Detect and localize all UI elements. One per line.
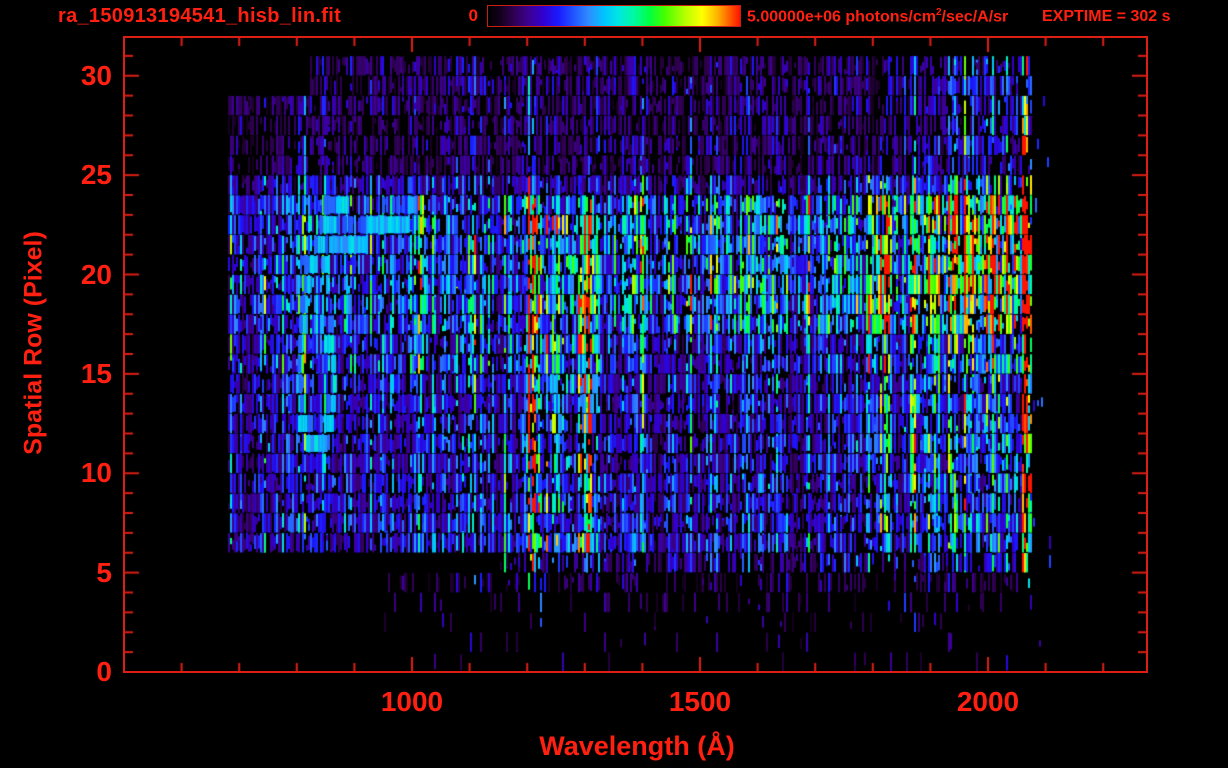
- y-tick-label: 0: [96, 656, 112, 687]
- colorbar: [487, 5, 741, 27]
- plot-title: ra_150913194541_hisb_lin.fit: [58, 5, 342, 27]
- exptime-label: EXPTIME = 302 s: [1042, 8, 1171, 25]
- x-axis-label: Wavelength (Å): [539, 731, 735, 761]
- x-tick-label: 2000: [956, 686, 1020, 717]
- x-tick-label: 1000: [380, 686, 444, 717]
- colorbar-min-label: 0: [468, 6, 478, 25]
- spectrum-heatmap: [125, 38, 1146, 671]
- colorbar-units: /sec/A/sr: [941, 8, 1009, 26]
- colorbar-max-value: 5.00000e+06 photons/cm: [747, 8, 936, 26]
- colorbar-max-label: 5.00000e+06 photons/cm2/sec/A/sr: [747, 7, 1008, 26]
- y-tick-label: 30: [80, 59, 112, 91]
- y-axis-label: Spatial Row (Pixel): [19, 231, 48, 455]
- y-tick-label: 25: [80, 159, 112, 191]
- plot-frame: [123, 36, 1148, 673]
- spectrum-plot-window: ra_150913194541_hisb_lin.fit 0 5.00000e+…: [0, 0, 1228, 768]
- y-tick-label: 5: [96, 556, 112, 588]
- x-tick-label: 1500: [668, 686, 732, 717]
- y-tick-label: 10: [80, 457, 112, 489]
